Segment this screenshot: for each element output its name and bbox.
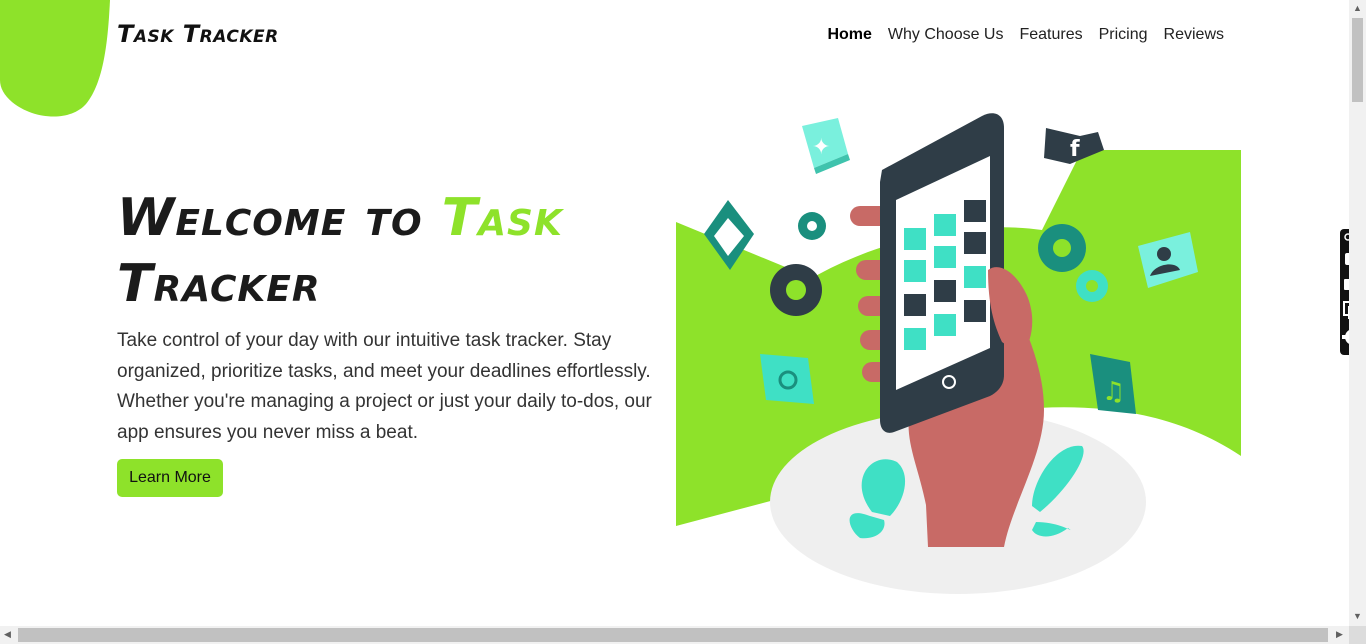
hero-title-suffix: Tracker bbox=[117, 254, 321, 314]
gear-icon bbox=[1076, 270, 1108, 302]
vertical-scrollbar[interactable]: ▲ ▼ bbox=[1349, 0, 1366, 626]
corner-blob-decoration bbox=[0, 0, 110, 117]
smartphone-icon bbox=[880, 113, 1004, 433]
twitter-icon: ✦ bbox=[802, 118, 850, 174]
nav-reviews[interactable]: Reviews bbox=[1164, 25, 1224, 45]
svg-text:✦: ✦ bbox=[812, 135, 830, 160]
gear-icon bbox=[770, 264, 822, 316]
nav-features[interactable]: Features bbox=[1019, 25, 1082, 45]
brand-logo[interactable]: Task Tracker bbox=[117, 20, 279, 48]
horizontal-scroll-thumb[interactable] bbox=[18, 628, 1328, 642]
hero-title-prefix: Welcome to bbox=[117, 188, 442, 248]
scroll-down-arrow[interactable]: ▼ bbox=[1353, 612, 1362, 621]
scroll-up-arrow[interactable]: ▲ bbox=[1353, 4, 1362, 13]
vertical-scroll-thumb[interactable] bbox=[1352, 18, 1363, 102]
hero-illustration: ✦ f ♫ bbox=[676, 113, 1241, 594]
scrollbar-corner bbox=[1349, 626, 1366, 644]
camera-icon bbox=[760, 354, 814, 404]
nav-pricing[interactable]: Pricing bbox=[1099, 25, 1148, 45]
main-nav: Home Why Choose Us Features Pricing Revi… bbox=[827, 25, 1224, 45]
hero-title-accent: Task bbox=[441, 188, 563, 248]
learn-more-button[interactable]: Learn More bbox=[117, 459, 223, 497]
gear-icon bbox=[1038, 224, 1086, 272]
scroll-right-arrow[interactable]: ▶ bbox=[1336, 630, 1343, 639]
hero-description: Take control of your day with our intuit… bbox=[117, 330, 652, 443]
scroll-left-arrow[interactable]: ◀ bbox=[4, 630, 11, 639]
nav-why-choose-us[interactable]: Why Choose Us bbox=[888, 25, 1004, 45]
gear-icon bbox=[798, 212, 826, 240]
horizontal-scrollbar[interactable]: ◀ ▶ bbox=[0, 626, 1349, 644]
svg-text:♫: ♫ bbox=[1102, 377, 1125, 407]
nav-home[interactable]: Home bbox=[827, 25, 871, 45]
svg-text:f: f bbox=[1070, 137, 1080, 162]
hero-title: Welcome to Task Tracker bbox=[117, 185, 657, 317]
